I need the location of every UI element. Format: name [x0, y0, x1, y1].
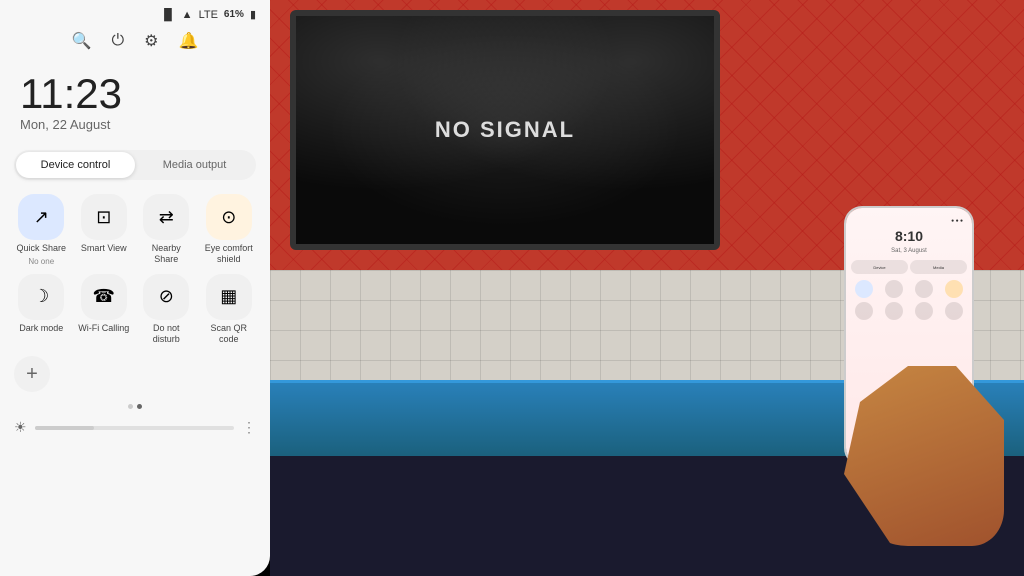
- tile-icon-eye-comfort: ⊙: [206, 194, 252, 240]
- phone-mini-date: Sat, 3 August: [851, 248, 967, 254]
- wifi-icon: ▲: [182, 9, 193, 21]
- phone-mini-tab2: Media: [910, 260, 967, 274]
- phone-mini-icon8: [941, 302, 967, 320]
- dot-1: [128, 404, 133, 409]
- device-control-tab[interactable]: Device control: [16, 152, 135, 178]
- brightness-menu-icon[interactable]: ⋮: [242, 419, 256, 436]
- phone-mini-tabs: Device Media: [851, 260, 967, 274]
- lte-icon: LTE: [199, 9, 218, 21]
- tile-icon-scan-qr: ▦: [206, 274, 252, 320]
- control-tab-bar: Device control Media output: [14, 150, 256, 180]
- top-icons-row: 🔍 ⏻ ⚙ 🔔: [0, 25, 270, 57]
- clock-time: 11:23: [20, 73, 250, 115]
- phone-mini-icon1: [851, 280, 877, 298]
- phone-mini-time: 8:10: [851, 228, 967, 244]
- tile-wifi-calling[interactable]: ☎ Wi-Fi Calling: [77, 274, 132, 345]
- power-icon[interactable]: ⏻: [112, 32, 125, 50]
- tile-dark-mode[interactable]: ☽ Dark mode: [14, 274, 69, 345]
- tv-screen: NO SIGNAL: [296, 16, 714, 244]
- search-icon[interactable]: 🔍: [72, 31, 92, 51]
- brightness-row: ☀ ⋮: [0, 413, 270, 444]
- settings-icon[interactable]: ⚙: [144, 31, 158, 51]
- status-bar: ▐▌ ▲ LTE 61% ▮: [0, 0, 270, 25]
- phone-mini-status: ● ● ●: [851, 218, 967, 224]
- tile-label-dark-mode: Dark mode: [19, 323, 63, 334]
- brightness-fill: [35, 426, 95, 430]
- tile-icon-dark-mode: ☽: [18, 274, 64, 320]
- tile-label-quick-share: Quick Share: [16, 243, 66, 254]
- phone-mini-icon6: [881, 302, 907, 320]
- brightness-icon: ☀: [14, 419, 27, 436]
- phone-mini-tab1: Device: [851, 260, 908, 274]
- tile-label-scan-qr: Scan QR code: [202, 323, 257, 345]
- tile-scan-qr[interactable]: ▦ Scan QR code: [202, 274, 257, 345]
- phone-mini-icon2: [881, 280, 907, 298]
- tile-sublabel-quick-share: No one: [28, 257, 54, 266]
- phone-mini-icon4: [941, 280, 967, 298]
- phone-in-hand: ● ● ● 8:10 Sat, 3 August Device Media: [824, 206, 1004, 546]
- battery-level: 61%: [224, 9, 244, 20]
- quick-tiles-grid: ↗ Quick Share No one ⊡ Smart View ⇄ Near…: [0, 190, 270, 348]
- media-output-tab[interactable]: Media output: [135, 152, 254, 178]
- phone-mini-icon5: [851, 302, 877, 320]
- tile-label-eye-comfort: Eye comfort shield: [202, 243, 257, 265]
- tile-nearby-share[interactable]: ⇄ Nearby Share: [139, 194, 194, 266]
- tile-icon-wifi-calling: ☎: [81, 274, 127, 320]
- tile-eye-comfort[interactable]: ⊙ Eye comfort shield: [202, 194, 257, 266]
- tile-quick-share[interactable]: ↗ Quick Share No one: [14, 194, 69, 266]
- tile-smart-view[interactable]: ⊡ Smart View: [77, 194, 132, 266]
- phone-mini-icon3: [911, 280, 937, 298]
- tile-icon-nearby-share: ⇄: [143, 194, 189, 240]
- tile-icon-quick-share: ↗: [18, 194, 64, 240]
- brightness-track[interactable]: [35, 426, 234, 430]
- add-tile-row: +: [0, 348, 270, 400]
- tile-do-not-disturb[interactable]: ⊘ Do not disturb: [139, 274, 194, 345]
- tile-icon-smart-view: ⊡: [81, 194, 127, 240]
- pagination-dots: [0, 400, 270, 413]
- phone-mini-icon7: [911, 302, 937, 320]
- time-display: 11:23 Mon, 22 August: [0, 57, 270, 136]
- quick-settings-panel: ▐▌ ▲ LTE 61% ▮ 🔍 ⏻ ⚙ 🔔 11:23 Mon, 22 Aug…: [0, 0, 270, 576]
- date-text: Mon, 22 August: [20, 117, 250, 132]
- battery-icon: ▮: [250, 8, 256, 21]
- tile-icon-do-not-disturb: ⊘: [143, 274, 189, 320]
- background-photo: NO SIGNAL ● ● ● 8:10 Sat, 3 August Devic…: [270, 0, 1024, 576]
- tile-label-wifi-calling: Wi-Fi Calling: [78, 323, 129, 334]
- notification-icon[interactable]: 🔔: [179, 31, 199, 51]
- no-signal-text: NO SIGNAL: [435, 117, 575, 143]
- tv-unit: NO SIGNAL: [290, 10, 720, 250]
- phone-mini-grid: [851, 280, 967, 320]
- dot-2: [137, 404, 142, 409]
- tile-label-nearby-share: Nearby Share: [139, 243, 194, 265]
- tile-label-smart-view: Smart View: [81, 243, 127, 254]
- signal-icon: ▐▌: [160, 9, 176, 21]
- tile-label-do-not-disturb: Do not disturb: [139, 323, 194, 345]
- add-tile-button[interactable]: +: [14, 356, 50, 392]
